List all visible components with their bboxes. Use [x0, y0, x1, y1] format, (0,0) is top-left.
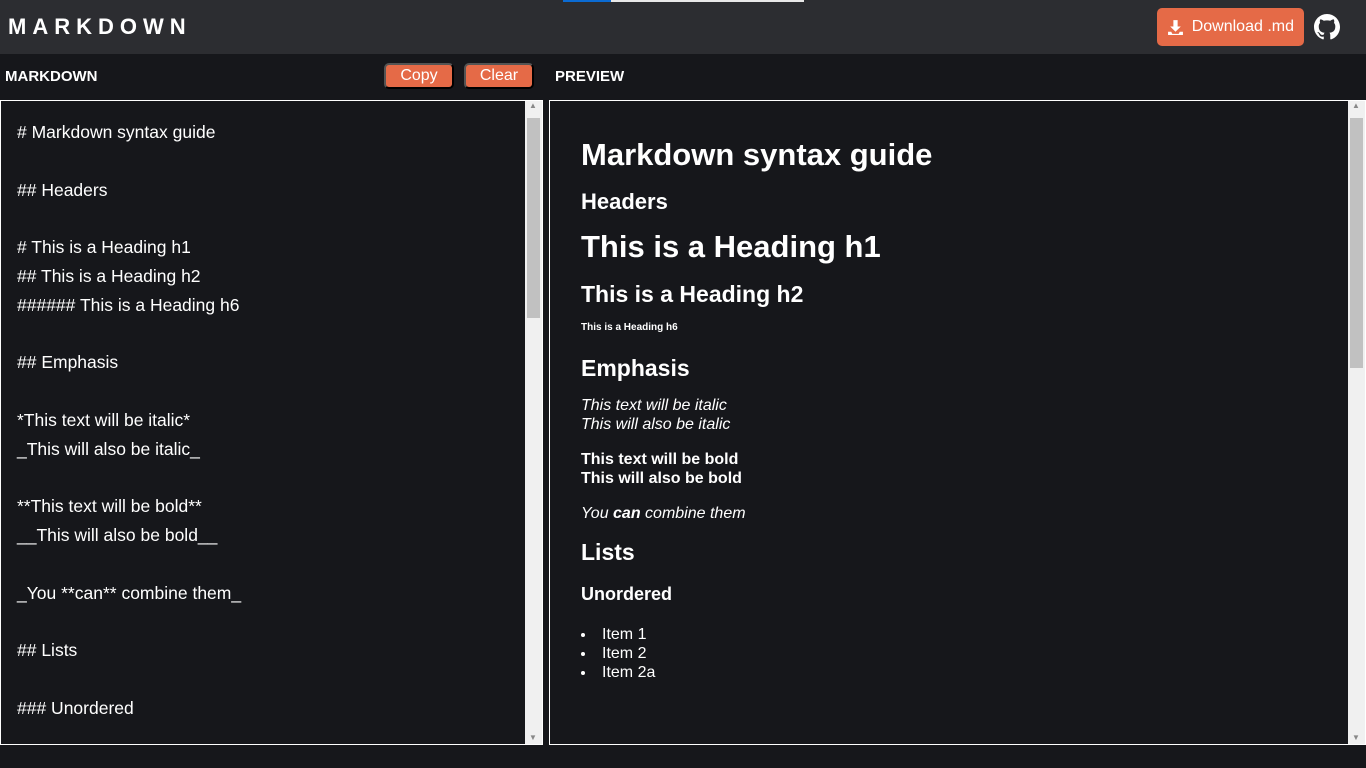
- markdown-label: MARKDOWN: [5, 68, 98, 85]
- preview-lists: Lists: [581, 539, 635, 565]
- copy-button[interactable]: Copy: [384, 63, 454, 89]
- download-icon: [1167, 19, 1183, 35]
- toolbar: MARKDOWN Copy Clear PREVIEW: [0, 54, 1366, 100]
- list-item: Item 2a: [581, 663, 1334, 682]
- combine-post: combine them: [640, 505, 746, 522]
- preview-label: PREVIEW: [555, 68, 625, 85]
- preview-headers: Headers: [581, 189, 668, 214]
- editor-text[interactable]: # Markdown syntax guide ## Headers # Thi…: [1, 101, 542, 740]
- preview-h1: This is a Heading h1: [581, 229, 881, 264]
- preview-scrollbar[interactable]: ▲ ▼: [1348, 101, 1365, 744]
- markdown-editor[interactable]: # Markdown syntax guide ## Headers # Thi…: [0, 100, 543, 745]
- preview-pane: Markdown syntax guide Headers This is a …: [549, 100, 1366, 745]
- loading-progress-bar: [563, 0, 804, 2]
- combine-pre: You: [581, 505, 614, 522]
- preview-h6: This is a Heading h6: [581, 322, 678, 333]
- preview-h2: This is a Heading h2: [581, 281, 804, 307]
- app-header: MARKDOWN Download .md: [0, 0, 1366, 54]
- list-item: Item 1: [581, 625, 1334, 644]
- unordered-list: Item 1 Item 2 Item 2a: [581, 625, 1334, 682]
- italic-1: This text will be italic: [581, 397, 727, 414]
- download-label: Download .md: [1191, 18, 1294, 35]
- list-item: Item 2: [581, 644, 1334, 663]
- preview-title: Markdown syntax guide: [581, 137, 933, 172]
- italic-2: This will also be italic: [581, 416, 731, 433]
- app-logo: MARKDOWN: [8, 14, 192, 39]
- clear-button[interactable]: Clear: [464, 63, 534, 89]
- combine-bold: can: [613, 505, 641, 522]
- github-icon[interactable]: [1314, 14, 1340, 40]
- editor-scrollbar[interactable]: ▲ ▼: [525, 101, 542, 744]
- bold-1: This text will be bold: [581, 451, 739, 468]
- preview-unordered: Unordered: [581, 584, 673, 604]
- download-button[interactable]: Download .md: [1156, 8, 1304, 46]
- preview-emphasis: Emphasis: [581, 355, 690, 381]
- bold-2: This will also be bold: [581, 470, 742, 487]
